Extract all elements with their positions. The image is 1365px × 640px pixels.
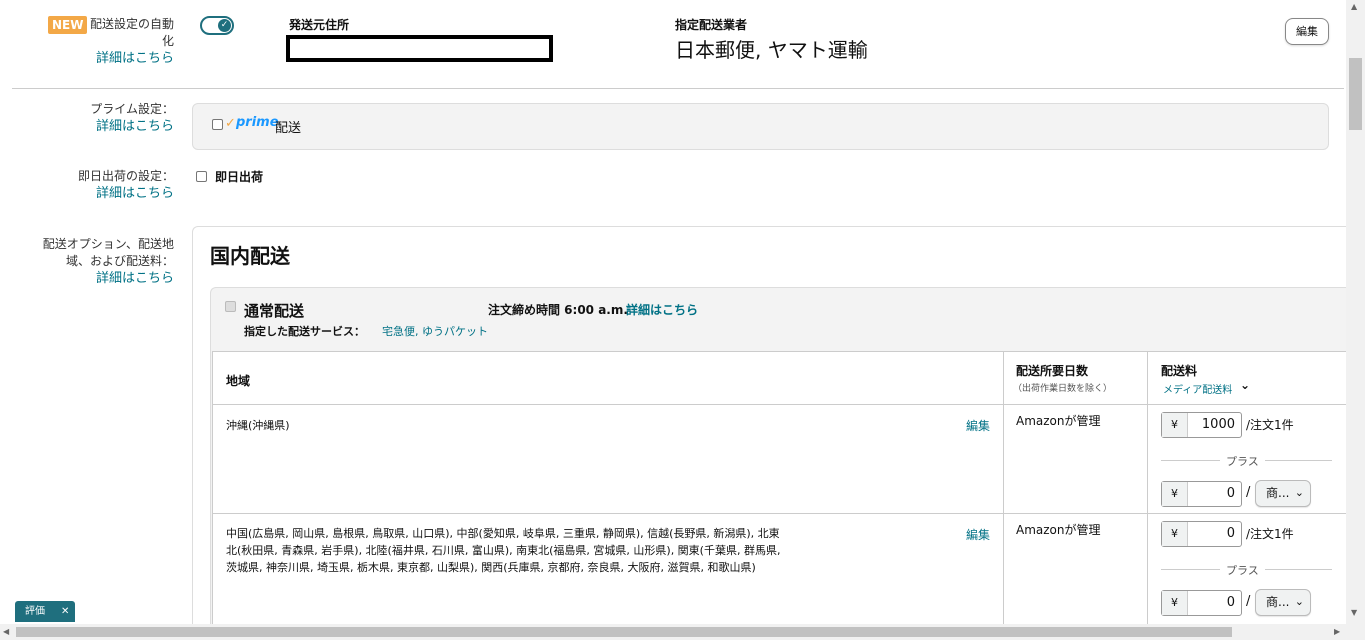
vertical-scrollbar[interactable]: ▲ ▼	[1346, 0, 1365, 624]
horizontal-scrollbar[interactable]: ◀ ▶	[0, 624, 1365, 640]
cutoff-details-link[interactable]: 詳細はこちら	[626, 301, 698, 318]
prime-delivery-label: 配送	[275, 121, 302, 136]
per-order-fee-value: 0	[1226, 526, 1235, 541]
scroll-up-arrow-icon[interactable]: ▲	[1351, 2, 1357, 11]
shipping-options-label-line1: 配送オプション、配送地	[42, 237, 174, 251]
region-text: 中国(広島県, 岡山県, 島根県, 鳥取県, 山口県), 中部(愛知県, 岐阜県…	[226, 525, 780, 576]
scroll-left-arrow-icon[interactable]: ◀	[3, 627, 9, 636]
per-order-fee-input[interactable]: ¥ 1000	[1161, 412, 1242, 438]
table-row-2-region: 中国(広島県, 岡山県, 島根県, 鳥取県, 山口県), 中部(愛知県, 岐阜県…	[213, 514, 1004, 640]
chevron-down-icon[interactable]: ⌄	[1240, 378, 1250, 392]
table-row-1-days: Amazonが管理	[1004, 405, 1148, 514]
currency-symbol: ¥	[1162, 522, 1188, 546]
header-region: 地域	[226, 374, 251, 388]
carrier-value: 日本郵便, ヤマト運輸	[675, 38, 868, 62]
plus-label: プラス	[1220, 453, 1265, 469]
table-row-1-fee: ¥ 1000 /注文1件 プラス ¥ 0 / 商... ⌄	[1148, 405, 1347, 514]
same-day-checkbox-label: 即日出荷	[215, 170, 264, 184]
checkmark-icon: ✓	[218, 19, 231, 32]
edit-button[interactable]: 編集	[1285, 18, 1329, 45]
header-days-note: （出荷作業日数を除く）	[1013, 384, 1113, 394]
vertical-scrollbar-thumb[interactable]	[1349, 58, 1362, 130]
chevron-down-icon: ⌄	[1294, 486, 1304, 499]
prime-checkbox[interactable]	[212, 119, 223, 130]
scroll-down-arrow-icon[interactable]: ▼	[1351, 608, 1357, 617]
prime-details-link[interactable]: 詳細はこちら	[20, 118, 174, 135]
unit-select-value: 商...	[1266, 595, 1290, 609]
currency-symbol: ¥	[1162, 482, 1188, 506]
domestic-shipping-title: 国内配送	[210, 244, 290, 268]
per-order-fee-value: 1000	[1201, 417, 1235, 432]
same-day-label: 即日出荷の設定： 詳細はこちら	[20, 168, 174, 202]
origin-address-redacted	[286, 35, 553, 62]
per-order-fee-input[interactable]: ¥ 0	[1161, 521, 1242, 547]
auto-setting-toggle[interactable]: ✓	[200, 16, 234, 35]
close-icon[interactable]: ✕	[61, 601, 69, 622]
table-row-1-region: 沖縄(沖縄県) 編集	[213, 405, 1004, 514]
header-region-cell: 地域	[213, 352, 1004, 405]
shipping-options-label-line2: 域、および配送料：	[65, 254, 174, 268]
per-item-fee-value: 0	[1226, 595, 1235, 610]
prime-setting-label-text: プライム設定：	[90, 102, 174, 116]
per-item-fee-input[interactable]: ¥ 0	[1161, 481, 1242, 507]
standard-shipping-title: 通常配送	[244, 302, 305, 320]
feedback-label: 評価	[25, 606, 45, 617]
header-days: 配送所要日数	[1016, 364, 1089, 378]
per-order-label: /注文1件	[1246, 418, 1294, 432]
feedback-tab[interactable]: 評価 ✕	[15, 601, 75, 622]
new-badge: NEW	[48, 16, 88, 34]
unit-select-value: 商...	[1266, 486, 1290, 500]
row-edit-link[interactable]: 編集	[966, 526, 990, 543]
shipping-fee-table: 地域 配送所要日数 （出荷作業日数を除く） 配送料 メディア配送料 ⌄ 沖縄(沖…	[212, 351, 1354, 640]
days-text: Amazonが管理	[1016, 523, 1101, 537]
header-days-cell: 配送所要日数 （出荷作業日数を除く）	[1004, 352, 1148, 405]
region-text-line3: 茨城県, 神奈川県, 埼玉県, 栃木県, 東京都, 山梨県), 関西(兵庫県, …	[226, 561, 756, 574]
prime-logo: prime	[236, 115, 279, 130]
currency-symbol: ¥	[1162, 591, 1188, 615]
shipping-options-label: 配送オプション、配送地 域、および配送料： 詳細はこちら	[10, 236, 174, 287]
unit-select[interactable]: 商... ⌄	[1255, 480, 1311, 507]
standard-shipping-checkbox	[225, 301, 236, 312]
services-value[interactable]: 宅急便, ゆうパケット	[382, 323, 488, 339]
fee-type-dropdown[interactable]: メディア配送料	[1163, 381, 1232, 396]
scroll-right-arrow-icon[interactable]: ▶	[1334, 627, 1340, 636]
prime-check-icon: ✓	[225, 116, 236, 131]
table-row-2-fee: ¥ 0 /注文1件 プラス ¥ 0 / 商... ⌄	[1148, 514, 1347, 640]
auto-setting-label-line2: 化	[161, 34, 174, 48]
auto-setting-label-line1: 配送設定の自動	[89, 17, 174, 31]
carrier-title: 指定配送業者	[675, 18, 748, 32]
per-item-fee-input[interactable]: ¥ 0	[1161, 590, 1242, 616]
chevron-down-icon: ⌄	[1294, 595, 1304, 608]
shipping-options-details-link[interactable]: 詳細はこちら	[10, 270, 174, 287]
standard-shipping-section: 通常配送 注文締め時間 6:00 a.m. 詳細はこちら 指定した配送サービス：…	[210, 287, 1354, 640]
region-text-line2: 北(秋田県, 青森県, 岩手県), 北陸(福井県, 石川県, 富山県), 南東北…	[226, 544, 781, 557]
same-day-checkbox[interactable]	[196, 171, 207, 182]
region-text: 沖縄(沖縄県)	[226, 419, 290, 432]
unit-select[interactable]: 商... ⌄	[1255, 589, 1311, 616]
slash-label: /	[1246, 485, 1251, 500]
per-order-label: /注文1件	[1246, 527, 1294, 541]
header-fee-cell: 配送料 メディア配送料 ⌄	[1148, 352, 1347, 405]
table-row-2-days: Amazonが管理	[1004, 514, 1148, 640]
days-text: Amazonが管理	[1016, 414, 1101, 428]
slash-label: /	[1246, 594, 1251, 609]
divider	[12, 88, 1344, 89]
prime-setting-label: プライム設定： 詳細はこちら	[20, 101, 174, 135]
header-fee: 配送料	[1161, 364, 1198, 378]
prime-panel: ✓ prime 配送	[192, 103, 1329, 150]
region-text-line1: 中国(広島県, 岡山県, 島根県, 鳥取県, 山口県), 中部(愛知県, 岐阜県…	[226, 527, 780, 540]
per-item-fee-value: 0	[1226, 486, 1235, 501]
origin-address-title: 発送元住所	[289, 18, 350, 32]
auto-setting-details-link[interactable]: 詳細はこちら	[84, 50, 174, 67]
horizontal-scrollbar-thumb[interactable]	[16, 627, 1232, 637]
services-label: 指定した配送サービス：	[244, 325, 365, 338]
order-cutoff-time: 注文締め時間 6:00 a.m.	[488, 303, 628, 317]
same-day-details-link[interactable]: 詳細はこちら	[20, 185, 174, 202]
currency-symbol: ¥	[1162, 413, 1188, 437]
auto-setting-label: 配送設定の自動 化 詳細はこちら	[84, 16, 174, 67]
domestic-shipping-panel: 国内配送 通常配送 注文締め時間 6:00 a.m. 詳細はこちら 指定した配送…	[192, 226, 1354, 640]
plus-label: プラス	[1220, 562, 1265, 578]
same-day-label-text: 即日出荷の設定：	[77, 169, 174, 183]
row-edit-link[interactable]: 編集	[966, 417, 990, 434]
